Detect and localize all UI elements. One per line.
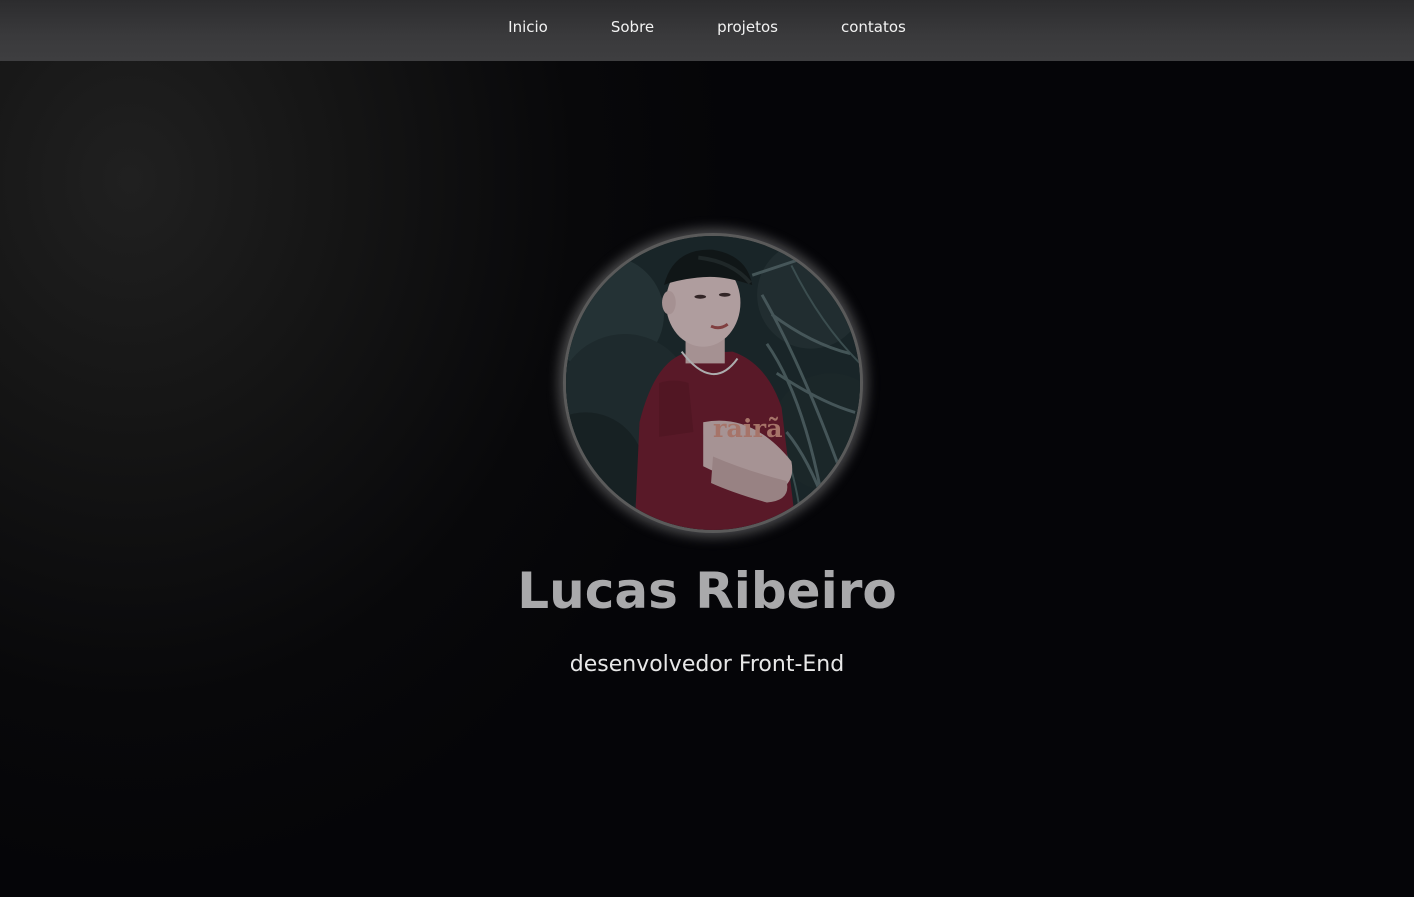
svg-text:rairã: rairã <box>713 414 783 444</box>
nav-list-item-inicio: Inicio <box>508 17 548 37</box>
profile-role: desenvolvedor Front-End <box>569 652 845 677</box>
nav-link-projetos[interactable]: projetos <box>717 17 778 37</box>
nav-link-contatos[interactable]: contatos <box>841 17 906 37</box>
profile-name: Lucas Ribeiro <box>517 562 897 620</box>
nav-link-inicio[interactable]: Inicio <box>508 17 548 37</box>
nav-list-item-projetos: projetos <box>717 17 778 37</box>
main-nav: Inicio Sobre projetos contatos <box>508 0 906 53</box>
nav-list-item-contatos: contatos <box>841 17 906 37</box>
top-navigation-bar: Inicio Sobre projetos contatos <box>0 0 1414 61</box>
profile-photo: rairã <box>563 233 863 533</box>
nav-list: Inicio Sobre projetos contatos <box>508 17 906 37</box>
nav-list-item-sobre: Sobre <box>611 17 654 37</box>
hero-section: rairã Lucas Ribeiro desenvolvedor Front-… <box>0 0 1414 897</box>
profile-photo-illustration: rairã <box>566 236 860 530</box>
nav-link-sobre[interactable]: Sobre <box>611 17 654 37</box>
